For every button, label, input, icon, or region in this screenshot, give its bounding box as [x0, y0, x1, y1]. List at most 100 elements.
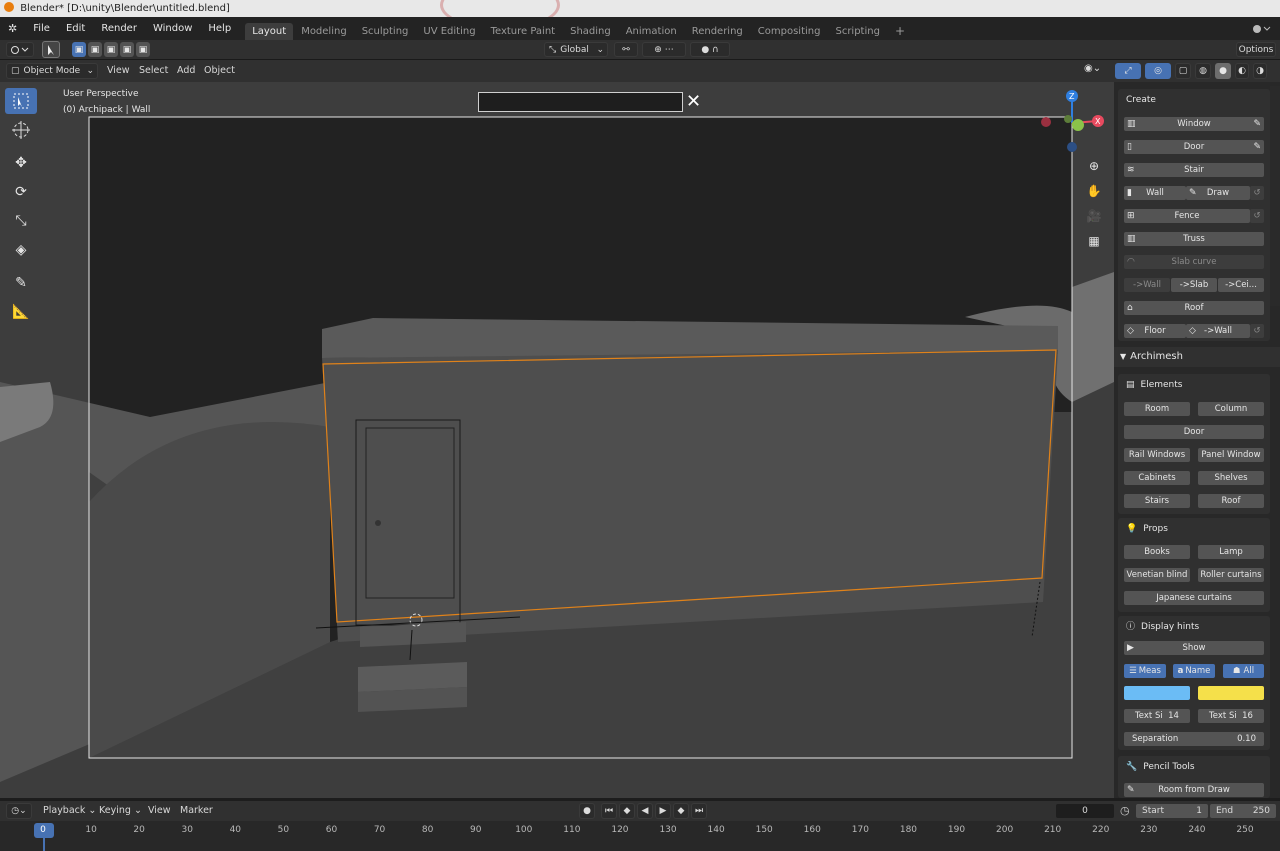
- japanese-curtains-button[interactable]: Japanese curtains: [1124, 591, 1264, 605]
- record-icon[interactable]: ●: [579, 803, 595, 819]
- overlay-toggle-icon[interactable]: ◎: [1145, 63, 1171, 79]
- jump-end-icon[interactable]: ⏭: [691, 803, 707, 819]
- transform-tool-icon[interactable]: ◈: [5, 237, 37, 263]
- measures-toggle[interactable]: ☰ Meas: [1124, 664, 1166, 678]
- tab-shading[interactable]: Shading: [563, 23, 618, 40]
- archimesh-section-header[interactable]: ▼ Archimesh: [1114, 347, 1280, 367]
- tab-scripting[interactable]: Scripting: [828, 23, 886, 40]
- zoom-icon[interactable]: ⊕: [1086, 158, 1102, 174]
- create-window-button[interactable]: ▥ Window ✎: [1124, 117, 1264, 131]
- select-mode-subtract-icon[interactable]: ▣: [104, 42, 118, 57]
- tab-sculpting[interactable]: Sculpting: [355, 23, 416, 40]
- color-swatch-2[interactable]: [1198, 686, 1264, 700]
- create-fence-button[interactable]: ⊞ Fence: [1124, 209, 1250, 223]
- pan-hand-icon[interactable]: ✋: [1086, 183, 1102, 199]
- mode-dropdown[interactable]: ▢ Object Mode ⌄: [6, 63, 98, 79]
- door-button[interactable]: Door: [1124, 425, 1264, 439]
- xray-toggle-icon[interactable]: ▢: [1175, 63, 1191, 79]
- ortho-grid-icon[interactable]: ▦: [1086, 233, 1102, 249]
- text-size-2-field[interactable]: Text Si 16: [1198, 709, 1264, 723]
- column-button[interactable]: Column: [1198, 402, 1264, 416]
- menu-edit[interactable]: Edit: [58, 17, 93, 40]
- tab-rendering[interactable]: Rendering: [685, 23, 750, 40]
- tab-animation[interactable]: Animation: [619, 23, 684, 40]
- roof-button[interactable]: Roof: [1198, 494, 1264, 508]
- add-workspace-button[interactable]: +: [888, 23, 912, 40]
- current-frame-field[interactable]: 0: [1056, 804, 1114, 818]
- snap-toggle-icon[interactable]: ⊕ ⋯: [642, 42, 686, 57]
- select-mode-intersect-icon[interactable]: ▣: [136, 42, 150, 57]
- 3d-viewport[interactable]: User Perspective (0) Archipack | Wall ✕ …: [0, 82, 1114, 798]
- timeline-ruler[interactable]: 0 10 20 30 40 50 60 70 80 90 100 110 120 130 140 150 160…: [0, 821, 1280, 851]
- stairs-button[interactable]: Stairs: [1124, 494, 1190, 508]
- editor-type-icon[interactable]: [6, 42, 34, 57]
- select-tool-icon[interactable]: [42, 41, 60, 58]
- scale-tool-icon[interactable]: ⤡: [5, 208, 37, 234]
- navigation-gizmo[interactable]: Z X: [1035, 87, 1110, 157]
- end-frame-field[interactable]: End 250: [1210, 804, 1276, 818]
- keying-menu[interactable]: Keying ⌄: [99, 805, 142, 816]
- playback-menu[interactable]: Playback ⌄: [43, 805, 96, 816]
- venetian-blind-button[interactable]: Venetian blind: [1124, 568, 1190, 582]
- select-mode-extend-icon[interactable]: ▣: [88, 42, 102, 57]
- menu-help[interactable]: Help: [200, 17, 239, 40]
- color-swatch-1[interactable]: [1124, 686, 1190, 700]
- select-mode-invert-icon[interactable]: ▣: [120, 42, 134, 57]
- tab-texture-paint[interactable]: Texture Paint: [484, 23, 563, 40]
- measure-tool-icon[interactable]: 📐: [5, 299, 37, 325]
- create-stair-button[interactable]: ≋ Stair: [1124, 163, 1264, 177]
- panel-window-button[interactable]: Panel Window: [1198, 448, 1264, 462]
- draw-wall-button[interactable]: ✎ Draw: [1186, 186, 1250, 200]
- room-button[interactable]: Room: [1124, 402, 1190, 416]
- gizmo-toggle-icon[interactable]: ⤢: [1115, 63, 1141, 79]
- play-icon[interactable]: ▶: [655, 803, 671, 819]
- to-ceiling-button[interactable]: ->Cei...: [1218, 278, 1264, 292]
- solid-shading-icon[interactable]: ●: [1215, 63, 1231, 79]
- show-hints-button[interactable]: ▶ Show: [1124, 641, 1264, 655]
- visibility-icon[interactable]: ◉⌄: [1084, 63, 1108, 79]
- close-icon[interactable]: ✕: [686, 91, 701, 112]
- start-frame-field[interactable]: Start 1: [1136, 804, 1208, 818]
- menu-add[interactable]: Add: [177, 65, 195, 76]
- create-truss-button[interactable]: ▥ Truss: [1124, 232, 1264, 246]
- blender-menu-icon[interactable]: ✲: [0, 17, 25, 40]
- books-button[interactable]: Books: [1124, 545, 1190, 559]
- rendered-shading-icon[interactable]: ◑: [1253, 63, 1267, 79]
- to-wall-button[interactable]: ->Wall: [1124, 278, 1170, 292]
- play-reverse-icon[interactable]: ◀: [637, 803, 653, 819]
- cabinets-button[interactable]: Cabinets: [1124, 471, 1190, 485]
- separation-field[interactable]: Separation 0.10: [1124, 732, 1264, 746]
- all-toggle[interactable]: ☗ All: [1223, 664, 1264, 678]
- timeline-editor-type-icon[interactable]: ◷⌄: [6, 803, 32, 819]
- annotate-tool-icon[interactable]: ✎: [5, 270, 37, 296]
- menu-file[interactable]: File: [25, 17, 58, 40]
- floor-undo-icon[interactable]: ↺: [1250, 324, 1264, 338]
- tab-layout[interactable]: Layout: [245, 23, 294, 40]
- menu-window[interactable]: Window: [145, 17, 200, 40]
- next-keyframe-icon[interactable]: ◆: [673, 803, 689, 819]
- scene-selector-icon[interactable]: [1250, 21, 1272, 36]
- create-floor-button[interactable]: ◇ Floor: [1124, 324, 1186, 338]
- create-roof-button[interactable]: ⌂ Roof: [1124, 301, 1264, 315]
- proportional-editing-icon[interactable]: ● ∩: [690, 42, 730, 57]
- fence-undo-icon[interactable]: ↺: [1250, 209, 1264, 223]
- menu-object[interactable]: Object: [204, 65, 235, 76]
- tab-modeling[interactable]: Modeling: [294, 23, 354, 40]
- names-toggle[interactable]: a Name: [1173, 664, 1215, 678]
- wall-undo-icon[interactable]: ↺: [1250, 186, 1264, 200]
- wireframe-shading-icon[interactable]: ◍: [1195, 63, 1211, 79]
- timeline-view-menu[interactable]: View: [148, 805, 171, 816]
- tab-compositing[interactable]: Compositing: [751, 23, 828, 40]
- menu-render[interactable]: Render: [93, 17, 145, 40]
- move-tool-icon[interactable]: ✥: [5, 150, 37, 176]
- options-dropdown[interactable]: Options: [1236, 42, 1276, 57]
- floor-to-wall-button[interactable]: ◇ ->Wall: [1186, 324, 1250, 338]
- select-mode-new-icon[interactable]: ▣: [72, 42, 86, 57]
- sidebar-tabs-strip[interactable]: [1270, 86, 1280, 306]
- select-box-tool-icon[interactable]: [5, 88, 37, 114]
- room-from-draw-button[interactable]: ✎ Room from Draw: [1124, 783, 1264, 797]
- create-wall-button[interactable]: ▮ Wall: [1124, 186, 1186, 200]
- menu-view[interactable]: View: [107, 65, 130, 76]
- rotate-tool-icon[interactable]: ⟳: [5, 179, 37, 205]
- roller-curtains-button[interactable]: Roller curtains: [1198, 568, 1264, 582]
